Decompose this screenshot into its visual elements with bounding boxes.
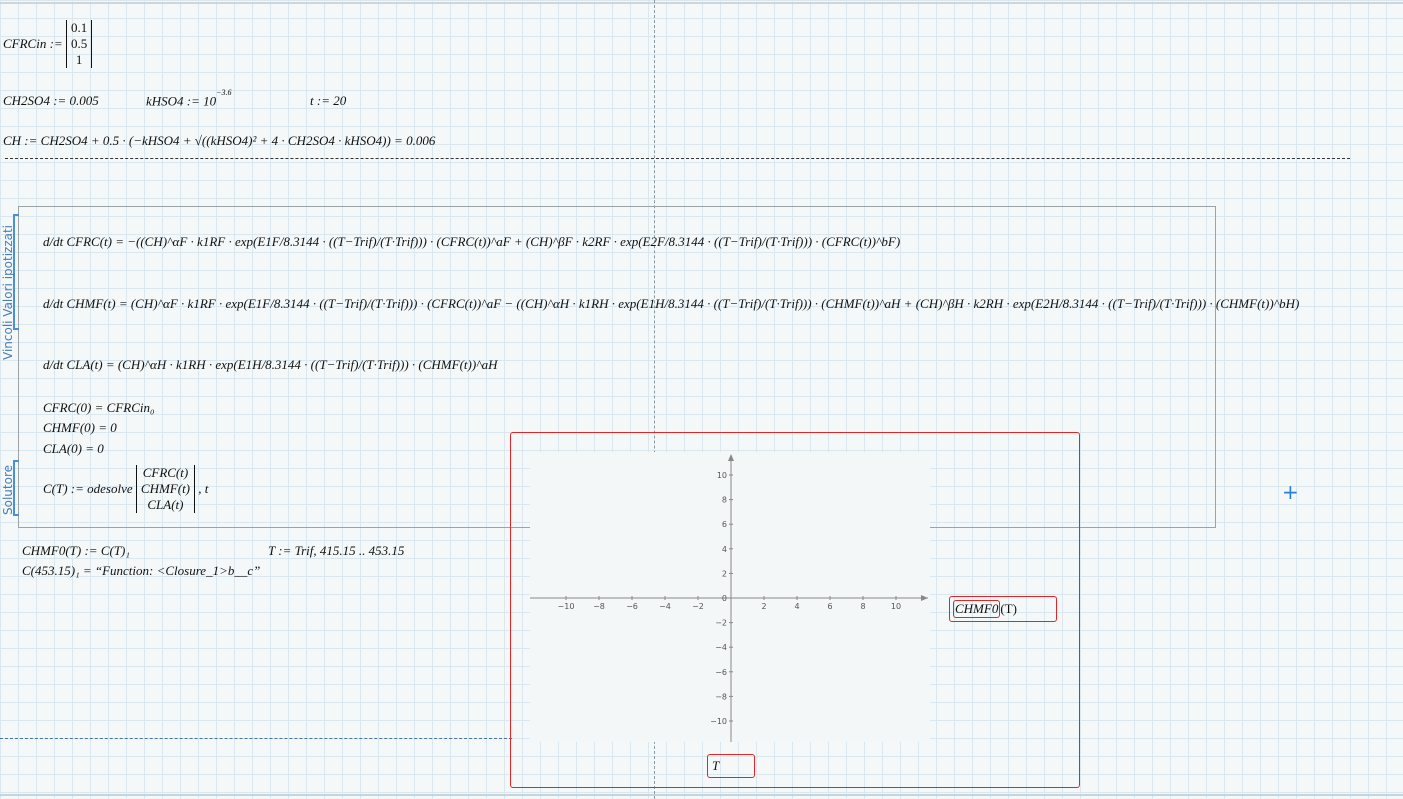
x-tick-label: 4 [794, 602, 799, 611]
x-tick-label: −4 [659, 602, 671, 611]
x-tick-label: −10 [558, 602, 575, 611]
y-trace-label-box[interactable]: CHMF0 (T) [949, 596, 1057, 622]
y-tick-label: −10 [710, 717, 727, 726]
y-tick-label: 8 [722, 496, 727, 505]
y-tick-label: 6 [722, 520, 727, 529]
ode-cfrc[interactable]: d/dt CFRC(t) = −((CH)^αF · k1RF · exp(E1… [43, 234, 900, 250]
x-tick-label: −2 [692, 602, 704, 611]
y-tick-label: −8 [715, 692, 727, 701]
initial-condition-cfrc[interactable]: CFRC(0) = CFRCin₀ [43, 400, 155, 416]
y-trace-arg: (T) [1000, 601, 1017, 616]
y-tick-label: 4 [722, 545, 727, 554]
bottom-rule [0, 794, 1403, 796]
x-tick-label: 10 [891, 602, 901, 611]
y-tick-label: 0 [722, 594, 727, 603]
range-definition[interactable]: T := Trif, 415.15 .. 453.15 [268, 543, 404, 559]
y-tick-label: −4 [715, 643, 727, 652]
plot-area[interactable]: −10 −8 −6 −4 −2 2 4 6 8 10 10 8 6 4 2 0 −2 −4 −6 −8 −10 [530, 452, 930, 742]
odesolve-definition[interactable]: C(T) := odesolve CFRC(t) CHMF(t) CLA(t) … [43, 465, 208, 513]
x-tick-label: −8 [593, 602, 605, 611]
y-tick-label: 2 [722, 569, 727, 578]
ode-chmf[interactable]: d/dt CHMF(t) = (CH)^αF · k1RF · exp(E1F/… [43, 296, 1299, 312]
top-rule [0, 2, 1403, 4]
initial-condition-cla[interactable]: CLA(0) = 0 [43, 441, 104, 457]
y-trace-name[interactable]: CHMF0 [953, 600, 1001, 618]
y-tick-label: 10 [717, 471, 727, 480]
odesolve-vector: CFRC(t) CHMF(t) CLA(t) [135, 465, 196, 513]
x-tick-label: 2 [761, 602, 766, 611]
page-break-horizontal [0, 738, 512, 739]
cfrcin-matrix: 0.1 0.5 1 [65, 20, 93, 68]
closure-evaluation[interactable]: C(453.15)₁ = “Function: <Closure_1>b__c” [22, 563, 260, 579]
y-tick-label: −6 [715, 668, 727, 677]
x-axis-label-box[interactable]: T [707, 754, 755, 778]
khso4-definition[interactable]: kHSO4 := 10−3.6 [146, 88, 232, 109]
chmf0-definition[interactable]: CHMF0(T) := C(T)₁ [22, 543, 130, 559]
y-axis-arrow [728, 454, 734, 461]
constraints-label: Vincoli Valori ipotizzati [1, 224, 15, 360]
region-separator [5, 158, 1350, 159]
x-tick-label: 6 [827, 602, 832, 611]
x-axis-arrow [921, 595, 928, 601]
ode-cla[interactable]: d/dt CLA(t) = (CH)^αH · k1RH · exp(E1H/8… [43, 357, 498, 373]
ch-definition[interactable]: CH := CH2SO4 + 0.5 · (−kHSO4 + √((kHSO4)… [3, 133, 435, 149]
initial-condition-chmf[interactable]: CHMF(0) = 0 [43, 420, 117, 436]
solver-label: Solutore [1, 465, 15, 515]
plot-axes: −10 −8 −6 −4 −2 2 4 6 8 10 10 8 6 4 2 0 −2 −4 −6 −8 −10 [530, 454, 928, 742]
insertion-cursor-icon: + [1282, 480, 1299, 504]
ch2so4-definition[interactable]: CH2SO4 := 0.005 [3, 93, 99, 109]
t-definition[interactable]: t := 20 [310, 93, 346, 109]
y-tick-label: −2 [715, 619, 727, 628]
cfrcin-definition[interactable]: CFRCin := 0.1 0.5 1 [3, 20, 93, 68]
x-tick-label: −6 [626, 602, 638, 611]
x-tick-label: 8 [860, 602, 865, 611]
